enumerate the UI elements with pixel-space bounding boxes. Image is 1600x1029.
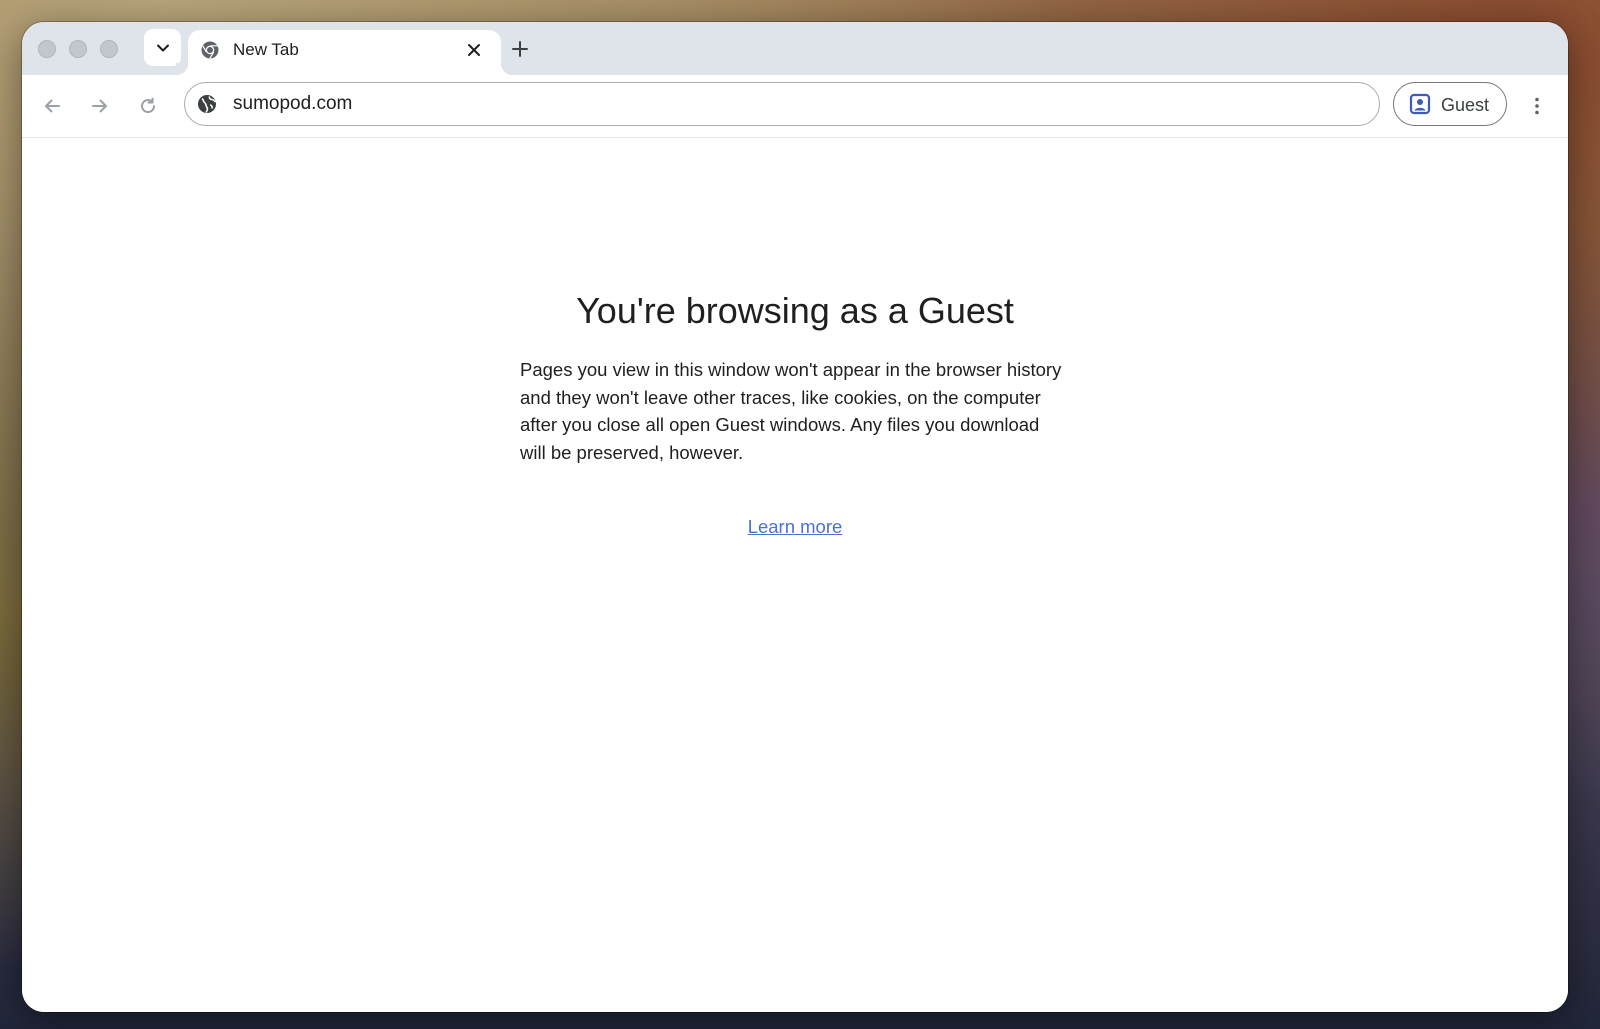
arrow-left-icon xyxy=(45,99,60,113)
profile-button[interactable]: Guest xyxy=(1393,82,1507,126)
arrow-right-icon xyxy=(92,99,107,113)
more-vert-icon xyxy=(1535,97,1539,115)
profile-label: Guest xyxy=(1441,95,1490,115)
browser-window: New Tab sumopod.com Guest You're browsin… xyxy=(22,22,1568,1012)
reload-icon xyxy=(141,97,156,114)
browser-menu-button[interactable] xyxy=(1522,91,1552,121)
tab-title: New Tab xyxy=(233,40,299,59)
guest-description: Pages you view in this window won't appe… xyxy=(520,359,1062,463)
close-icon xyxy=(468,44,480,56)
learn-more-link[interactable]: Learn more xyxy=(748,516,843,537)
forward-button[interactable] xyxy=(85,91,115,121)
toolbar: sumopod.com Guest xyxy=(22,75,1568,138)
chrome-icon xyxy=(201,41,219,59)
back-button[interactable] xyxy=(37,91,67,121)
address-bar[interactable]: sumopod.com xyxy=(184,82,1380,126)
tab-strip: New Tab xyxy=(22,22,1568,84)
maximize-window-button[interactable] xyxy=(100,40,118,58)
learn-more-container: Learn more xyxy=(22,516,1568,538)
tab-search-button[interactable] xyxy=(144,29,181,66)
minimize-window-button[interactable] xyxy=(69,40,87,58)
page-title: You're browsing as a Guest xyxy=(576,290,1014,331)
close-window-button[interactable] xyxy=(38,40,56,58)
url-text[interactable]: sumopod.com xyxy=(233,93,352,115)
reload-button[interactable] xyxy=(133,91,163,121)
page-content: You're browsing as a Guest Pages you vie… xyxy=(22,138,1568,1012)
new-tab-button[interactable] xyxy=(506,35,534,63)
tab-close-button[interactable] xyxy=(463,39,485,61)
chevron-down-icon xyxy=(156,44,169,51)
globe-icon[interactable] xyxy=(197,94,217,114)
plus-icon xyxy=(512,41,528,57)
guest-profile-icon xyxy=(1409,93,1431,115)
